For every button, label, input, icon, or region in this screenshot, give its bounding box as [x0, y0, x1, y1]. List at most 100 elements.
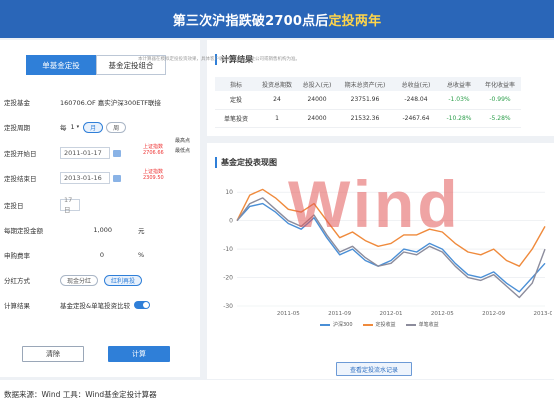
fee-input[interactable]: 0: [60, 251, 104, 259]
result-option-row: 计算结果 基金定投&单笔投资比较: [4, 298, 151, 312]
compare-option-label: 基金定投&单笔投资比较: [60, 302, 131, 310]
dividend-row: 分红方式 现金分红 红利再投: [4, 273, 143, 287]
tab-single-fund[interactable]: 单基金定投: [26, 55, 96, 75]
invest-day-input[interactable]: 17日: [60, 196, 80, 214]
calendar-icon[interactable]: [113, 174, 121, 182]
end-date-input[interactable]: 2013-01-16: [60, 172, 110, 184]
fee-unit: %: [138, 251, 145, 259]
start-index-value: 2706.66: [143, 150, 164, 156]
end-index-value: 2309.50: [143, 175, 164, 181]
fund-select[interactable]: 160706.OF 嘉实沪深300ETF联接: [60, 97, 161, 107]
period-month-option[interactable]: 月: [83, 121, 104, 133]
x-tick-label: 2012-05: [431, 311, 454, 317]
table-cell: 24: [257, 91, 297, 110]
legend-swatch: [320, 323, 330, 326]
x-tick-label: 2012-01: [380, 311, 403, 317]
legend-item[interactable]: 定投收益: [362, 321, 396, 328]
period-row: 定投周期 每 1 ▾ 月 周: [4, 120, 127, 134]
results-header-row: 指标 投资总期数 总投入(元) 期末总资产(元) 总收益(元) 总收益率 年化收…: [215, 77, 521, 91]
page-banner: 第三次沪指跌破2700点后 定投两年: [0, 0, 554, 38]
amount-label: 每期定投金额: [4, 227, 43, 235]
y-tick-label: -30: [223, 303, 233, 310]
col-header: 期末总资产(元): [337, 77, 393, 91]
compare-toggle[interactable]: [134, 301, 151, 309]
period-prefix: 每: [60, 124, 67, 132]
fee-row: 申购费率 0 %: [4, 248, 144, 262]
legend-swatch: [362, 323, 373, 326]
start-date-row: 定投开始日 2011-01-17: [4, 146, 121, 160]
table-row: 定投 24 24000 23751.96 -248.04 -1.03% -0.9…: [215, 91, 521, 110]
end-date-label: 定投结束日: [4, 175, 37, 183]
result-option-label: 计算结果: [4, 302, 30, 310]
wind-watermark: Wind: [288, 167, 461, 241]
dividend-reinvest-option[interactable]: 红利再投: [104, 274, 143, 286]
legend-swatch: [405, 323, 416, 326]
calculate-button[interactable]: 计算: [108, 346, 170, 362]
chart-legend: 沪深300 定投收益 单笔收益: [320, 321, 439, 328]
table-cell: 单笔投资: [215, 109, 257, 128]
table-cell: -1.03%: [439, 91, 479, 110]
col-header: 总投入(元): [297, 77, 337, 91]
period-label: 定投周期: [4, 124, 30, 132]
calendar-icon[interactable]: [113, 149, 121, 157]
table-cell: 定投: [215, 91, 257, 110]
legend-label: 单笔收益: [418, 322, 439, 328]
col-header: 年化收益率: [479, 77, 521, 91]
y-tick-label: -20: [223, 275, 233, 282]
dividend-label: 分红方式: [4, 277, 30, 285]
source-footer: 数据来源：Wind 工具：Wind基金定投计算器: [4, 390, 157, 399]
peak-label[interactable]: 最高点: [175, 138, 190, 144]
legend-label: 沪深300: [333, 322, 353, 328]
table-cell: -10.28%: [439, 109, 479, 128]
results-table: 指标 投资总期数 总投入(元) 期末总资产(元) 总收益(元) 总收益率 年化收…: [215, 77, 521, 128]
table-row: 单笔投资 1 24000 21532.36 -2467.64 -10.28% -…: [215, 109, 521, 128]
table-cell: 23751.96: [337, 91, 393, 110]
banner-title-highlight: 定投两年: [328, 13, 382, 29]
dividend-cash-option[interactable]: 现金分红: [60, 274, 99, 286]
clear-button[interactable]: 清除: [22, 346, 84, 362]
table-cell: 24000: [297, 109, 337, 128]
col-header: 指标: [215, 77, 257, 91]
col-header: 总收益率: [439, 77, 479, 91]
view-flow-records-button[interactable]: 查看定投流水记录: [336, 362, 412, 376]
table-cell: -5.28%: [479, 109, 521, 128]
table-cell: -248.04: [393, 91, 439, 110]
peak-trough-labels: 最高点 最低点: [175, 138, 190, 154]
x-tick-label: 2012-09: [482, 311, 505, 317]
table-cell: 24000: [297, 91, 337, 110]
legend-item[interactable]: 单笔收益: [405, 321, 439, 328]
start-date-label: 定投开始日: [4, 150, 37, 158]
chart-title: 基金定投表现图: [215, 157, 277, 168]
table-cell: -0.99%: [479, 91, 521, 110]
x-tick-label: 2011-05: [277, 311, 300, 317]
trough-label[interactable]: 最低点: [175, 148, 190, 154]
fee-label: 申购费率: [4, 252, 30, 260]
invest-day-label: 定投日: [4, 202, 24, 210]
legend-label: 定投收益: [375, 322, 396, 328]
period-count-select[interactable]: 1: [71, 123, 75, 131]
end-date-row: 定投结束日 2013-01-16: [4, 171, 121, 185]
x-tick-label: 2013-01: [534, 311, 552, 317]
amount-row: 每期定投金额 1,000 元: [4, 223, 145, 237]
col-header: 总收益(元): [393, 77, 439, 91]
end-index-info: 上证指数 2309.50: [143, 169, 164, 181]
chevron-down-icon[interactable]: ▾: [77, 124, 80, 130]
y-tick-label: 0: [229, 218, 233, 225]
calculator-form-panel: 单基金定投 基金定投组合 定投基金 160706.OF 嘉实沪深300ETF联接…: [0, 40, 200, 377]
col-header: 投资总期数: [257, 77, 297, 91]
period-week-option[interactable]: 周: [106, 121, 127, 133]
results-note: 本计算器在模拟定投投资效果，具体客户收益数据请以基金公司或销售机构为准。: [138, 57, 300, 62]
table-cell: 1: [257, 109, 297, 128]
banner-title: 第三次沪指跌破2700点后: [172, 13, 329, 29]
table-cell: 21532.36: [337, 109, 393, 128]
y-tick-label: -10: [223, 246, 233, 253]
start-date-input[interactable]: 2011-01-17: [60, 147, 110, 159]
amount-input[interactable]: 1,000: [60, 226, 112, 234]
amount-unit: 元: [138, 227, 145, 235]
table-cell: -2467.64: [393, 109, 439, 128]
start-index-info: 上证指数 2706.66: [143, 144, 164, 156]
invest-day-row: 定投日 17日: [4, 196, 80, 214]
fund-row: 定投基金 160706.OF 嘉实沪深300ETF联接: [4, 95, 161, 109]
x-tick-label: 2011-09: [328, 311, 351, 317]
legend-item[interactable]: 沪深300: [320, 321, 353, 328]
